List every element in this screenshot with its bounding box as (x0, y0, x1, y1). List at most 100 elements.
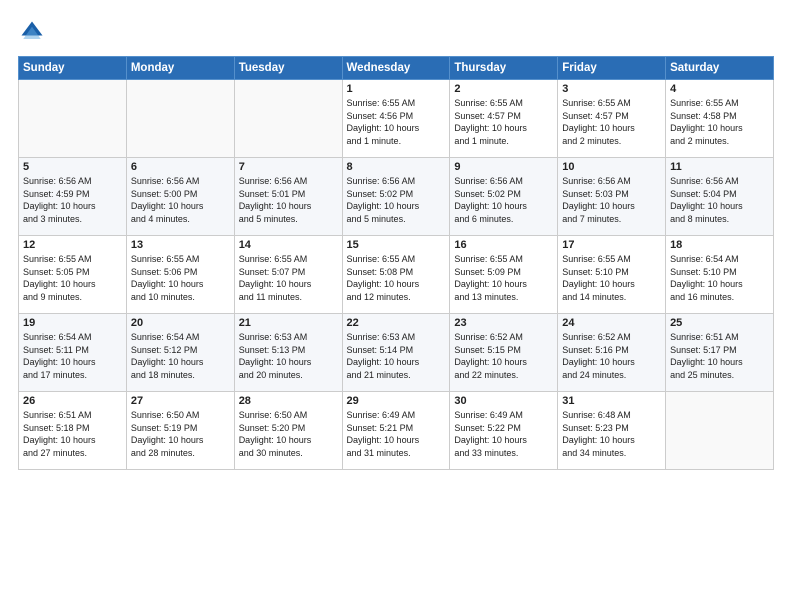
day-info: Sunrise: 6:55 AM Sunset: 5:05 PM Dayligh… (23, 253, 122, 303)
day-info: Sunrise: 6:55 AM Sunset: 5:10 PM Dayligh… (562, 253, 661, 303)
day-number: 31 (562, 395, 661, 407)
weekday-thursday: Thursday (450, 57, 558, 80)
day-number: 22 (347, 317, 446, 329)
day-info: Sunrise: 6:56 AM Sunset: 4:59 PM Dayligh… (23, 175, 122, 225)
day-cell: 16 Sunrise: 6:55 AM Sunset: 5:09 PM Dayli… (450, 236, 558, 314)
day-info: Sunrise: 6:51 AM Sunset: 5:18 PM Dayligh… (23, 409, 122, 459)
day-info: Sunrise: 6:54 AM Sunset: 5:10 PM Dayligh… (670, 253, 769, 303)
day-cell (666, 392, 774, 470)
day-number: 9 (454, 161, 553, 173)
day-cell: 26 Sunrise: 6:51 AM Sunset: 5:18 PM Dayli… (19, 392, 127, 470)
day-number: 19 (23, 317, 122, 329)
page: SundayMondayTuesdayWednesdayThursdayFrid… (0, 0, 792, 612)
day-info: Sunrise: 6:55 AM Sunset: 5:09 PM Dayligh… (454, 253, 553, 303)
day-info: Sunrise: 6:49 AM Sunset: 5:21 PM Dayligh… (347, 409, 446, 459)
day-number: 3 (562, 83, 661, 95)
day-info: Sunrise: 6:55 AM Sunset: 4:58 PM Dayligh… (670, 97, 769, 147)
logo (18, 18, 50, 46)
weekday-tuesday: Tuesday (234, 57, 342, 80)
logo-icon (18, 18, 46, 46)
day-cell (126, 80, 234, 158)
day-cell (19, 80, 127, 158)
day-number: 16 (454, 239, 553, 251)
day-cell: 11Sunrise: 6:56 AM Sunset: 5:04 PM Dayli… (666, 158, 774, 236)
day-cell: 1Sunrise: 6:55 AM Sunset: 4:56 PM Daylig… (342, 80, 450, 158)
day-cell: 28 Sunrise: 6:50 AM Sunset: 5:20 PM Dayli… (234, 392, 342, 470)
day-number: 15 (347, 239, 446, 251)
day-cell: 9Sunrise: 6:56 AM Sunset: 5:02 PM Daylig… (450, 158, 558, 236)
day-number: 20 (131, 317, 230, 329)
day-number: 21 (239, 317, 338, 329)
day-cell: 3Sunrise: 6:55 AM Sunset: 4:57 PM Daylig… (558, 80, 666, 158)
day-cell: 27 Sunrise: 6:50 AM Sunset: 5:19 PM Dayli… (126, 392, 234, 470)
day-cell: 20 Sunrise: 6:54 AM Sunset: 5:12 PM Dayli… (126, 314, 234, 392)
day-cell: 2Sunrise: 6:55 AM Sunset: 4:57 PM Daylig… (450, 80, 558, 158)
day-info: Sunrise: 6:53 AM Sunset: 5:13 PM Dayligh… (239, 331, 338, 381)
day-cell: 14Sunrise: 6:55 AM Sunset: 5:07 PM Dayli… (234, 236, 342, 314)
day-cell: 22 Sunrise: 6:53 AM Sunset: 5:14 PM Dayli… (342, 314, 450, 392)
day-number: 30 (454, 395, 553, 407)
weekday-friday: Friday (558, 57, 666, 80)
day-cell: 30 Sunrise: 6:49 AM Sunset: 5:22 PM Dayli… (450, 392, 558, 470)
day-info: Sunrise: 6:56 AM Sunset: 5:02 PM Dayligh… (347, 175, 446, 225)
day-info: Sunrise: 6:56 AM Sunset: 5:04 PM Dayligh… (670, 175, 769, 225)
day-info: Sunrise: 6:54 AM Sunset: 5:11 PM Dayligh… (23, 331, 122, 381)
day-number: 29 (347, 395, 446, 407)
day-number: 4 (670, 83, 769, 95)
day-cell: 8 Sunrise: 6:56 AM Sunset: 5:02 PM Daylig… (342, 158, 450, 236)
week-row-0: 1Sunrise: 6:55 AM Sunset: 4:56 PM Daylig… (19, 80, 774, 158)
day-cell (234, 80, 342, 158)
day-cell: 23 Sunrise: 6:52 AM Sunset: 5:15 PM Dayli… (450, 314, 558, 392)
week-row-2: 12 Sunrise: 6:55 AM Sunset: 5:05 PM Dayli… (19, 236, 774, 314)
day-number: 24 (562, 317, 661, 329)
day-number: 1 (347, 83, 446, 95)
day-info: Sunrise: 6:50 AM Sunset: 5:19 PM Dayligh… (131, 409, 230, 459)
day-cell: 31 Sunrise: 6:48 AM Sunset: 5:23 PM Dayli… (558, 392, 666, 470)
day-number: 18 (670, 239, 769, 251)
weekday-header-row: SundayMondayTuesdayWednesdayThursdayFrid… (19, 57, 774, 80)
day-info: Sunrise: 6:56 AM Sunset: 5:00 PM Dayligh… (131, 175, 230, 225)
day-cell: 5 Sunrise: 6:56 AM Sunset: 4:59 PM Daylig… (19, 158, 127, 236)
week-row-4: 26 Sunrise: 6:51 AM Sunset: 5:18 PM Dayli… (19, 392, 774, 470)
day-cell: 12 Sunrise: 6:55 AM Sunset: 5:05 PM Dayli… (19, 236, 127, 314)
day-number: 10 (562, 161, 661, 173)
day-cell: 4 Sunrise: 6:55 AM Sunset: 4:58 PM Daylig… (666, 80, 774, 158)
weekday-wednesday: Wednesday (342, 57, 450, 80)
day-cell: 25Sunrise: 6:51 AM Sunset: 5:17 PM Dayli… (666, 314, 774, 392)
day-number: 26 (23, 395, 122, 407)
day-info: Sunrise: 6:49 AM Sunset: 5:22 PM Dayligh… (454, 409, 553, 459)
day-cell: 18 Sunrise: 6:54 AM Sunset: 5:10 PM Dayli… (666, 236, 774, 314)
day-number: 13 (131, 239, 230, 251)
day-info: Sunrise: 6:53 AM Sunset: 5:14 PM Dayligh… (347, 331, 446, 381)
day-number: 2 (454, 83, 553, 95)
day-number: 27 (131, 395, 230, 407)
day-cell: 15 Sunrise: 6:55 AM Sunset: 5:08 PM Dayli… (342, 236, 450, 314)
day-cell: 24Sunrise: 6:52 AM Sunset: 5:16 PM Dayli… (558, 314, 666, 392)
week-row-1: 5 Sunrise: 6:56 AM Sunset: 4:59 PM Daylig… (19, 158, 774, 236)
day-number: 8 (347, 161, 446, 173)
day-info: Sunrise: 6:56 AM Sunset: 5:03 PM Dayligh… (562, 175, 661, 225)
day-info: Sunrise: 6:54 AM Sunset: 5:12 PM Dayligh… (131, 331, 230, 381)
day-cell: 13 Sunrise: 6:55 AM Sunset: 5:06 PM Dayli… (126, 236, 234, 314)
day-number: 23 (454, 317, 553, 329)
day-info: Sunrise: 6:52 AM Sunset: 5:15 PM Dayligh… (454, 331, 553, 381)
day-number: 6 (131, 161, 230, 173)
day-info: Sunrise: 6:48 AM Sunset: 5:23 PM Dayligh… (562, 409, 661, 459)
day-cell: 17Sunrise: 6:55 AM Sunset: 5:10 PM Dayli… (558, 236, 666, 314)
weekday-sunday: Sunday (19, 57, 127, 80)
day-number: 5 (23, 161, 122, 173)
day-number: 25 (670, 317, 769, 329)
day-number: 12 (23, 239, 122, 251)
day-info: Sunrise: 6:55 AM Sunset: 5:06 PM Dayligh… (131, 253, 230, 303)
day-info: Sunrise: 6:55 AM Sunset: 5:08 PM Dayligh… (347, 253, 446, 303)
day-number: 14 (239, 239, 338, 251)
header (18, 18, 774, 46)
day-number: 28 (239, 395, 338, 407)
day-cell: 21 Sunrise: 6:53 AM Sunset: 5:13 PM Dayli… (234, 314, 342, 392)
weekday-saturday: Saturday (666, 57, 774, 80)
day-info: Sunrise: 6:50 AM Sunset: 5:20 PM Dayligh… (239, 409, 338, 459)
day-number: 7 (239, 161, 338, 173)
calendar-table: SundayMondayTuesdayWednesdayThursdayFrid… (18, 56, 774, 470)
day-cell: 10 Sunrise: 6:56 AM Sunset: 5:03 PM Dayli… (558, 158, 666, 236)
day-cell: 7Sunrise: 6:56 AM Sunset: 5:01 PM Daylig… (234, 158, 342, 236)
